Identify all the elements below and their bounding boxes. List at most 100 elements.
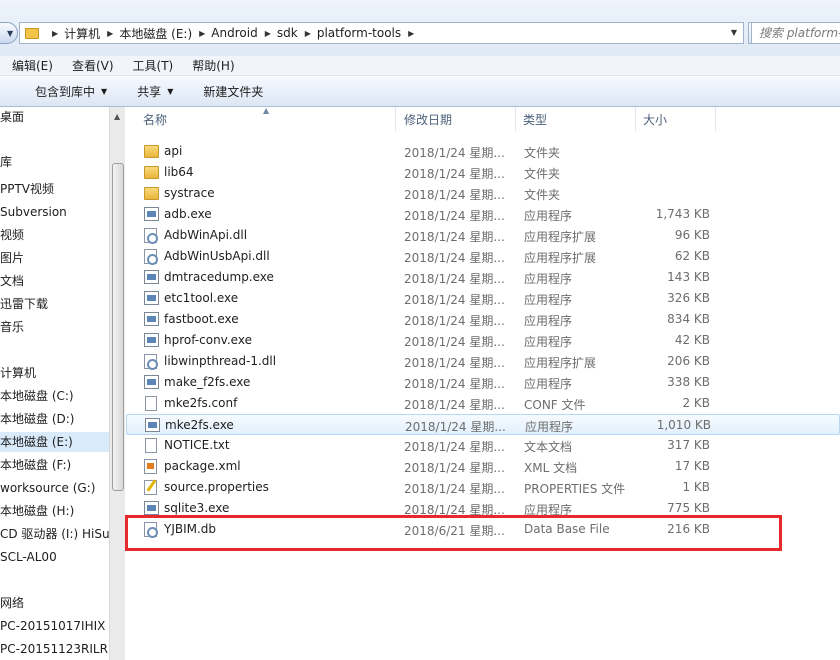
include-in-library-button[interactable]: 包含到库中 ▼ xyxy=(0,77,121,107)
file-row[interactable]: adb.exe 2018/1/24 星期... 应用程序 1,743 KB xyxy=(126,204,840,225)
share-button[interactable]: 共享 ▼ xyxy=(121,77,187,107)
exe-icon xyxy=(144,333,159,347)
chevron-down-icon: ▼ xyxy=(101,87,108,96)
file-row[interactable]: AdbWinUsbApi.dll 2018/1/24 星期... 应用程序扩展 62 … xyxy=(126,246,840,267)
nav-item[interactable]: SCL-AL00 xyxy=(0,547,109,567)
file-row[interactable]: etc1tool.exe 2018/1/24 星期... 应用程序 326 KB xyxy=(126,288,840,309)
column-header-date[interactable]: 修改日期 xyxy=(396,107,516,131)
search-input[interactable] xyxy=(752,23,840,43)
file-date: 2018/1/24 星期... xyxy=(404,230,505,244)
nav-item[interactable]: 文档 xyxy=(0,271,109,291)
file-name: mke2fs.exe xyxy=(165,418,234,432)
breadcrumb-label: platform-tools xyxy=(316,26,402,40)
breadcrumb-sdk[interactable]: sdk ▶ xyxy=(271,26,311,40)
breadcrumb-android[interactable]: Android ▶ xyxy=(205,26,271,40)
command-toolbar: 包含到库中 ▼ 共享 ▼ 新建文件夹 xyxy=(0,77,840,107)
recent-pages-dropdown-icon[interactable]: ▼ xyxy=(7,29,13,38)
file-row[interactable]: fastboot.exe 2018/1/24 星期... 应用程序 834 KB xyxy=(126,309,840,330)
nav-item[interactable]: 计算机 xyxy=(0,363,109,383)
file-icon-cell xyxy=(144,207,159,222)
search-box[interactable] xyxy=(751,22,840,44)
nav-item[interactable]: 本地磁盘 (H:) xyxy=(0,501,109,521)
folder-icon xyxy=(144,187,159,200)
nav-item[interactable]: PC-20151123RILR xyxy=(0,639,109,659)
file-row[interactable]: mke2fs.conf 2018/1/24 星期... CONF 文件 2 KB xyxy=(126,393,840,414)
nav-item[interactable]: 视频 xyxy=(0,225,109,245)
nav-item[interactable]: 库 xyxy=(0,152,109,172)
file-row[interactable]: lib64 2018/1/24 星期... 文件夹 xyxy=(126,162,840,183)
nav-item-label: 迅雷下载 xyxy=(0,297,49,311)
nav-item[interactable]: 迅雷下载 xyxy=(0,294,109,314)
breadcrumb-computer[interactable]: 计算机 ▶ xyxy=(58,25,113,42)
nav-item[interactable]: PC-20151017IHIX xyxy=(0,616,109,636)
file-row[interactable]: package.xml 2018/1/24 星期... XML 文档 17 KB xyxy=(126,456,840,477)
menu-edit[interactable]: 编辑(E) xyxy=(0,57,60,74)
file-row[interactable]: source.properties 2018/1/24 星期... PROPERTI… xyxy=(126,477,840,498)
navigation-pane[interactable]: 桌面库 PPTV视频 Subversion 视频图片文档迅雷下载音乐计算机本地磁盘 (… xyxy=(0,107,109,660)
breadcrumb-separator-root[interactable]: ▶ xyxy=(39,29,58,38)
column-header-size[interactable]: 大小 xyxy=(636,107,716,131)
menu-help[interactable]: 帮助(H) xyxy=(180,57,241,74)
breadcrumb-drive-e[interactable]: 本地磁盘 (E:) ▶ xyxy=(113,25,205,42)
nav-item[interactable]: worksource (G:) xyxy=(0,478,109,498)
column-header-name[interactable]: ▲ 名称 xyxy=(126,106,396,131)
file-icon-cell xyxy=(144,249,159,264)
file-icon-cell xyxy=(144,501,159,516)
file-row[interactable]: api 2018/1/24 星期... 文件夹 xyxy=(126,141,840,162)
nav-item-label: 音乐 xyxy=(0,320,25,334)
dll-icon xyxy=(144,228,157,243)
nav-item-label: CD 驱动器 (I:) HiSu xyxy=(0,527,109,541)
file-type: 应用程序扩展 xyxy=(524,251,597,265)
nav-item[interactable]: 本地磁盘 (D:) xyxy=(0,409,109,429)
nav-item[interactable]: 图片 xyxy=(0,248,109,268)
file-type: 应用程序 xyxy=(525,420,574,434)
file-row[interactable]: NOTICE.txt 2018/1/24 星期... 文本文档 317 KB xyxy=(126,435,840,456)
file-type: 应用程序 xyxy=(524,272,573,286)
breadcrumb-arrow-icon[interactable]: ▶ xyxy=(408,29,414,38)
file-name: make_f2fs.exe xyxy=(164,375,251,389)
file-icon-cell xyxy=(144,438,159,453)
nav-item-label: 视频 xyxy=(0,228,25,242)
nav-item[interactable]: 音乐 xyxy=(0,317,109,337)
nav-item[interactable]: 本地磁盘 (F:) xyxy=(0,455,109,475)
scrollbar-thumb[interactable] xyxy=(112,163,124,491)
file-icon-cell xyxy=(144,333,159,348)
doc-icon xyxy=(145,438,157,453)
nav-item-label: 网络 xyxy=(0,596,25,610)
address-area: ▼ ▶ 计算机 ▶ 本地磁盘 (E:) ▶ Android ▶ sdk ▶ platfo… xyxy=(0,0,840,56)
file-type: 应用程序 xyxy=(524,293,573,307)
nav-item[interactable]: 本地磁盘 (E:) xyxy=(0,432,109,452)
file-row[interactable]: systrace 2018/1/24 星期... 文件夹 xyxy=(126,183,840,204)
file-row[interactable]: libwinpthread-1.dll 2018/1/24 星期... 应用程序扩展… xyxy=(126,351,840,372)
nav-item[interactable]: 本地磁盘 (C:) xyxy=(0,386,109,406)
column-header-label: 类型 xyxy=(523,113,548,127)
scroll-up-icon[interactable]: ▲ xyxy=(114,112,120,121)
file-date: 2018/1/24 星期... xyxy=(404,377,505,391)
address-bar[interactable]: ▶ 计算机 ▶ 本地磁盘 (E:) ▶ Android ▶ sdk ▶ platform… xyxy=(19,22,744,44)
nav-item[interactable]: PPTV视频 xyxy=(0,179,109,199)
menu-tools[interactable]: 工具(T) xyxy=(121,57,181,74)
file-date: 2018/1/24 星期... xyxy=(404,314,505,328)
file-rows: api 2018/1/24 星期... 文件夹 lib64 2018/1/24 星期..… xyxy=(126,141,840,540)
exe-icon xyxy=(144,270,159,284)
column-header-type[interactable]: 类型 xyxy=(516,107,636,131)
file-row[interactable]: dmtracedump.exe 2018/1/24 星期... 应用程序 143 KB xyxy=(126,267,840,288)
file-row[interactable]: hprof-conv.exe 2018/1/24 星期... 应用程序 42 KB xyxy=(126,330,840,351)
file-type: 应用程序 xyxy=(524,209,573,223)
nav-item[interactable]: 桌面 xyxy=(0,107,109,127)
file-row[interactable]: AdbWinApi.dll 2018/1/24 星期... 应用程序扩展 96 KB xyxy=(126,225,840,246)
menu-view[interactable]: 查看(V) xyxy=(60,57,121,74)
file-size: 96 KB xyxy=(674,228,710,242)
nav-item[interactable]: Subversion xyxy=(0,202,109,222)
nav-item[interactable]: 网络 xyxy=(0,593,109,613)
file-row[interactable]: make_f2fs.exe 2018/1/24 星期... 应用程序 338 KB xyxy=(126,372,840,393)
exe-icon xyxy=(144,501,159,515)
nav-item[interactable]: CD 驱动器 (I:) HiSu xyxy=(0,524,109,544)
file-name: dmtracedump.exe xyxy=(164,270,274,284)
file-type: 文件夹 xyxy=(524,146,561,160)
breadcrumb-platform-tools[interactable]: platform-tools ▶ xyxy=(311,26,414,40)
navigation-scrollbar[interactable]: ▲ xyxy=(109,107,125,660)
address-history-dropdown-icon[interactable]: ▼ xyxy=(731,28,737,37)
file-row[interactable]: mke2fs.exe 2018/1/24 星期... 应用程序 1,010 KB xyxy=(126,414,840,435)
file-size: 775 KB xyxy=(667,501,710,515)
